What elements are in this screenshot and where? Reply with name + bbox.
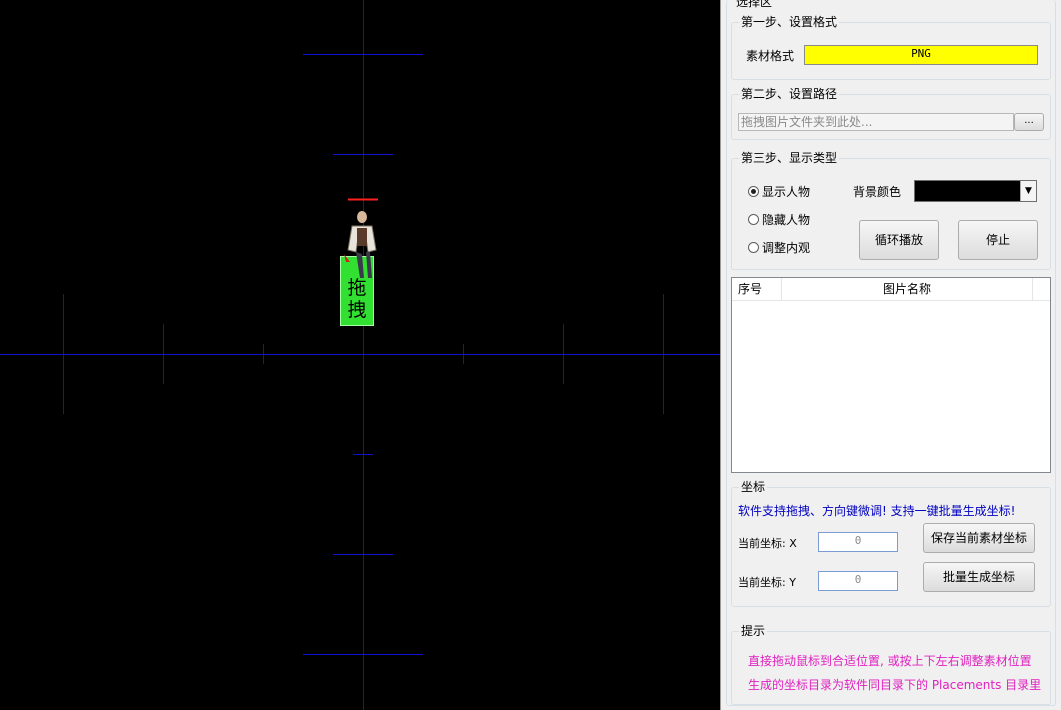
column-header-name[interactable]: 图片名称 xyxy=(782,278,1033,300)
radio-adjust-inner[interactable]: 调整内观 xyxy=(748,239,810,256)
tips-group: 提示 直接拖动鼠标到合适位置, 或按上下左右调整素材位置 生成的坐标目录为软件同… xyxy=(731,623,1051,705)
radio-dot xyxy=(748,186,759,197)
format-value[interactable]: PNG xyxy=(804,45,1038,65)
y-label: 当前坐标: Y xyxy=(738,576,796,589)
step3-group: 第三步、显示类型 显示人物 隐藏人物 调整内观 背景颜色 ▼ 循环播放 停止 xyxy=(731,150,1051,270)
step1-title: 第一步、设置格式 xyxy=(739,14,840,30)
tip-line-2: 生成的坐标目录为软件同目录下的 Placements 目录里 xyxy=(748,678,1042,692)
step1-group: 第一步、设置格式 素材格式 PNG xyxy=(731,14,1051,80)
select-area-title: 选择区 xyxy=(734,0,775,10)
browse-button[interactable]: ... xyxy=(1014,113,1044,131)
step2-title: 第二步、设置路径 xyxy=(739,86,840,102)
radio-hide-character[interactable]: 隐藏人物 xyxy=(748,211,810,228)
step2-group: 第二步、设置路径 拖拽图片文件夹到此处... ... xyxy=(731,86,1051,140)
control-panel: 选择区 第一步、设置格式 素材格式 PNG 第二步、设置路径 拖拽图片文件夹到此… xyxy=(720,0,1061,710)
coords-hint: 软件支持拖拽、方向键微调! 支持一键批量生成坐标! xyxy=(738,504,1016,518)
radio-dot xyxy=(748,242,759,253)
path-input[interactable]: 拖拽图片文件夹到此处... xyxy=(738,113,1014,131)
character-sprite[interactable] xyxy=(338,208,388,288)
radio-dot xyxy=(748,214,759,225)
loop-play-button[interactable]: 循环播放 xyxy=(859,220,939,260)
radio-show-character[interactable]: 显示人物 xyxy=(748,183,810,200)
save-coords-button[interactable]: 保存当前素材坐标 xyxy=(923,523,1035,553)
crosshair-grid xyxy=(0,0,720,710)
coords-group: 坐标 软件支持拖拽、方向键微调! 支持一键批量生成坐标! 当前坐标: X 0 当… xyxy=(731,479,1051,607)
batch-generate-button[interactable]: 批量生成坐标 xyxy=(923,562,1035,592)
coords-title: 坐标 xyxy=(739,479,768,495)
tip-line-1: 直接拖动鼠标到合适位置, 或按上下左右调整素材位置 xyxy=(748,654,1032,668)
format-label: 素材格式 xyxy=(746,49,795,63)
list-header: 序号 图片名称 xyxy=(732,278,1050,301)
column-header-index[interactable]: 序号 xyxy=(732,278,782,300)
bg-color-label: 背景颜色 xyxy=(853,185,902,199)
radio-label: 显示人物 xyxy=(762,185,811,199)
radio-label: 调整内观 xyxy=(762,241,811,255)
preview-canvas[interactable]: 拖 拽 xyxy=(0,0,720,710)
image-list[interactable]: 序号 图片名称 xyxy=(731,277,1051,473)
chevron-down-icon[interactable]: ▼ xyxy=(1020,181,1036,201)
y-coordinate-input[interactable]: 0 xyxy=(818,571,898,591)
bg-color-select[interactable]: ▼ xyxy=(914,180,1037,202)
stop-button[interactable]: 停止 xyxy=(958,220,1038,260)
step3-title: 第三步、显示类型 xyxy=(739,150,840,166)
x-coordinate-input[interactable]: 0 xyxy=(818,532,898,552)
drag-char: 拽 xyxy=(347,299,367,321)
x-label: 当前坐标: X xyxy=(738,537,797,550)
tips-title: 提示 xyxy=(739,623,768,639)
radio-label: 隐藏人物 xyxy=(762,213,811,227)
